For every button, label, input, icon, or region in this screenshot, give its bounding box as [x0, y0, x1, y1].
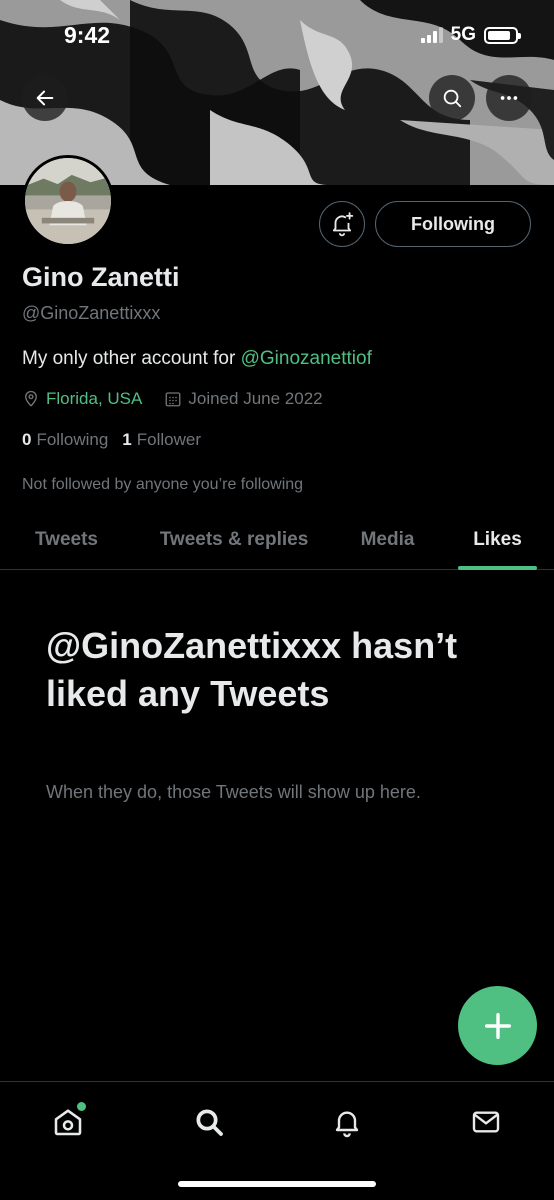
bio-text: My only other account for: [22, 348, 241, 369]
profile-meta: Florida, USA Joined June 2022: [22, 389, 345, 409]
status-indicators: 5G: [420, 24, 521, 46]
search-icon: [443, 89, 462, 108]
profile-bio: My only other account for @Ginozanettiof: [22, 348, 372, 370]
profile-handle: @GinoZanettixxx: [22, 303, 161, 323]
notify-button[interactable]: [319, 201, 365, 247]
followers-count: 1: [122, 430, 132, 449]
joined-text: Joined June 2022: [188, 389, 323, 408]
location-text[interactable]: Florida, USA: [46, 389, 142, 409]
profile-tabs: Tweets Tweets & replies Media Likes: [0, 510, 554, 570]
home-notification-dot: [77, 1102, 86, 1111]
bio-link[interactable]: @Ginozanettiof: [241, 348, 372, 369]
avatar-image: [25, 158, 111, 244]
tab-media[interactable]: Media: [345, 510, 430, 569]
network-label: 5G: [450, 24, 476, 45]
not-followed-text: Not followed by anyone you’re following: [22, 476, 304, 493]
bell-plus-icon: [332, 212, 354, 237]
tab-likes[interactable]: Likes: [458, 510, 537, 569]
bell-icon: [335, 1111, 359, 1138]
location-item: Florida, USA: [22, 389, 142, 409]
active-tab-indicator: [458, 566, 537, 570]
following-count: 0: [22, 430, 32, 449]
nav-messages[interactable]: [466, 1102, 506, 1142]
compose-tweet-button[interactable]: [458, 986, 537, 1065]
search-icon: [196, 1109, 223, 1136]
more-horizontal-icon: [500, 96, 518, 100]
nav-notifications[interactable]: [327, 1102, 367, 1142]
following-stat[interactable]: 0 Following: [22, 430, 108, 450]
following-label: Following: [36, 430, 109, 449]
profile-name: Gino Zanetti: [22, 262, 180, 292]
empty-state-title: @GinoZanettixxx hasn’t liked any Tweets: [46, 625, 458, 714]
followers-label: Follower: [136, 430, 201, 449]
mail-icon: [472, 1111, 500, 1133]
avatar[interactable]: [22, 155, 114, 247]
nav-home[interactable]: [48, 1102, 88, 1142]
joined-item: Joined June 2022: [164, 389, 323, 409]
empty-state-subtitle: When they do, those Tweets will show up …: [46, 782, 421, 802]
profile-stats: 0 Following 1 Follower: [22, 430, 201, 450]
more-button[interactable]: [486, 75, 532, 121]
tab-tweets[interactable]: Tweets: [14, 510, 119, 569]
location-pin-icon: [25, 390, 37, 407]
back-button[interactable]: [22, 75, 68, 121]
status-time: 9:42: [64, 22, 111, 48]
signal-icon: [420, 27, 443, 43]
nav-search[interactable]: [189, 1102, 229, 1142]
home-indicator[interactable]: [178, 1181, 376, 1187]
plus-icon: [484, 1012, 511, 1039]
arrow-left-icon: [36, 90, 54, 106]
search-button[interactable]: [429, 75, 475, 121]
following-button[interactable]: Following: [375, 201, 531, 247]
followers-stat[interactable]: 1 Follower: [122, 430, 201, 450]
tab-tweets-replies[interactable]: Tweets & replies: [139, 510, 329, 569]
battery-icon: [484, 26, 521, 44]
status-bar: 9:42 5G: [0, 0, 554, 72]
calendar-icon: [165, 392, 181, 407]
